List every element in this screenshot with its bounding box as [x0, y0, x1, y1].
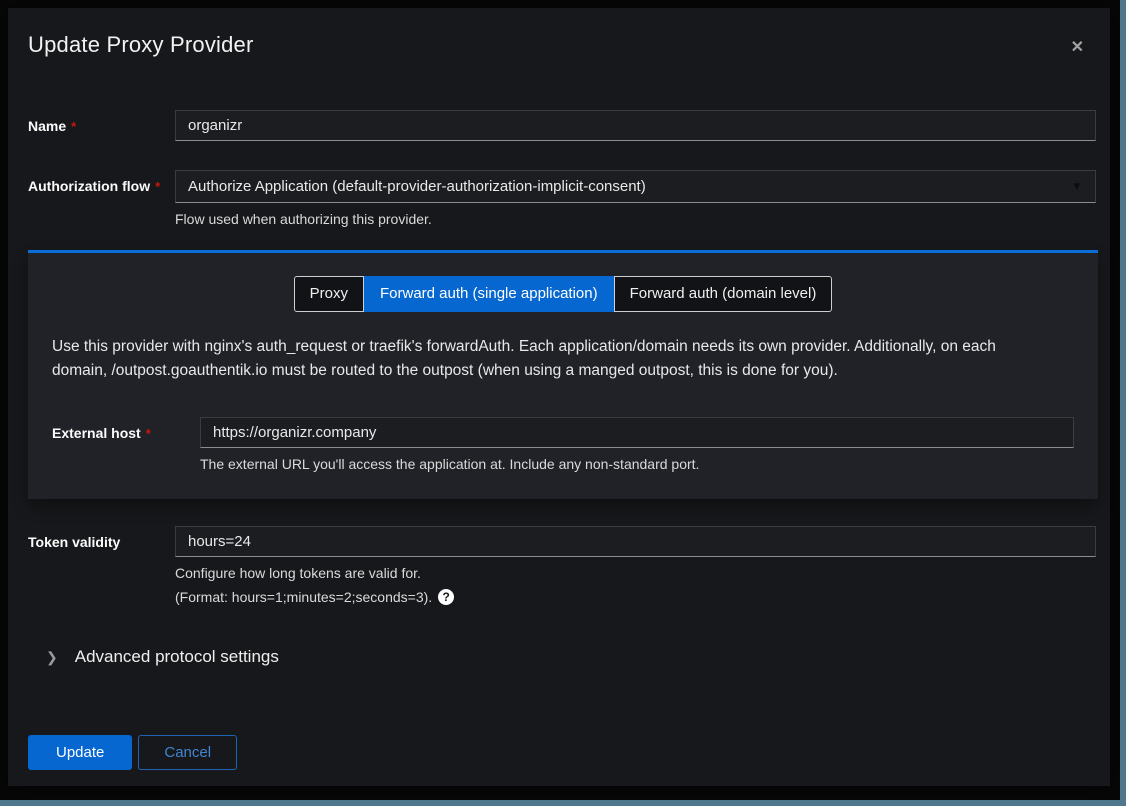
token-validity-help-1: Configure how long tokens are valid for.	[175, 565, 1096, 581]
token-validity-row: Token validity Configure how long tokens…	[28, 526, 1096, 605]
tab-proxy[interactable]: Proxy	[294, 276, 364, 312]
provider-form: Name * Authorization flow * Authorize Appl…	[8, 110, 1110, 770]
external-host-label: External host	[52, 425, 141, 441]
token-validity-label: Token validity	[28, 534, 120, 550]
token-validity-label-col: Token validity	[28, 526, 175, 605]
update-proxy-provider-modal: Update Proxy Provider ✕ Name * Authorizat…	[8, 8, 1110, 786]
screenshot-frame: Update Proxy Provider ✕ Name * Authorizat…	[0, 0, 1126, 806]
window-frame-bottom	[0, 800, 1126, 806]
modal-title: Update Proxy Provider	[28, 32, 254, 58]
proxy-mode-toggle-group: Proxy Forward auth (single application) …	[52, 276, 1074, 312]
name-field-row: Name *	[28, 110, 1096, 141]
name-label: Name	[28, 118, 66, 134]
external-host-help: The external URL you'll access the appli…	[200, 456, 1074, 472]
external-host-label-col: External host *	[52, 417, 200, 472]
forward-auth-description: Use this provider with nginx's auth_requ…	[52, 335, 1052, 383]
name-label-col: Name *	[28, 110, 175, 141]
cancel-button[interactable]: Cancel	[138, 735, 237, 770]
advanced-protocol-settings-toggle[interactable]: ❯ Advanced protocol settings	[46, 647, 1096, 667]
modal-header: Update Proxy Provider ✕	[8, 8, 1110, 60]
modal-footer: Update Cancel	[28, 735, 1096, 770]
chevron-right-icon: ❯	[46, 649, 58, 666]
tab-forward-auth-single-application[interactable]: Forward auth (single application)	[364, 276, 614, 312]
token-validity-format-text: (Format: hours=1;minutes=2;seconds=3).	[175, 589, 432, 605]
authorization-flow-label-col: Authorization flow *	[28, 170, 175, 227]
required-asterisk: *	[155, 179, 160, 194]
authorization-flow-help: Flow used when authorizing this provider…	[175, 211, 1096, 227]
authorization-flow-select[interactable]: Authorize Application (default-provider-…	[175, 170, 1096, 203]
authorization-flow-label: Authorization flow	[28, 178, 150, 194]
external-host-row: External host * The external URL you'll a…	[52, 417, 1074, 472]
window-frame-right	[1120, 0, 1126, 806]
authorization-flow-row: Authorization flow * Authorize Applicatio…	[28, 170, 1096, 227]
update-button[interactable]: Update	[28, 735, 132, 770]
token-validity-input[interactable]	[175, 526, 1096, 557]
external-host-input[interactable]	[200, 417, 1074, 448]
required-asterisk: *	[71, 119, 76, 134]
name-input[interactable]	[175, 110, 1096, 141]
proxy-mode-card: Proxy Forward auth (single application) …	[28, 250, 1098, 499]
required-asterisk: *	[146, 426, 151, 441]
close-icon[interactable]: ✕	[1065, 36, 1090, 60]
tab-forward-auth-domain-level[interactable]: Forward auth (domain level)	[614, 276, 833, 312]
token-validity-help-2: (Format: hours=1;minutes=2;seconds=3). ?	[175, 589, 1096, 605]
advanced-protocol-settings-label: Advanced protocol settings	[75, 647, 279, 667]
question-circle-icon[interactable]: ?	[438, 589, 454, 605]
